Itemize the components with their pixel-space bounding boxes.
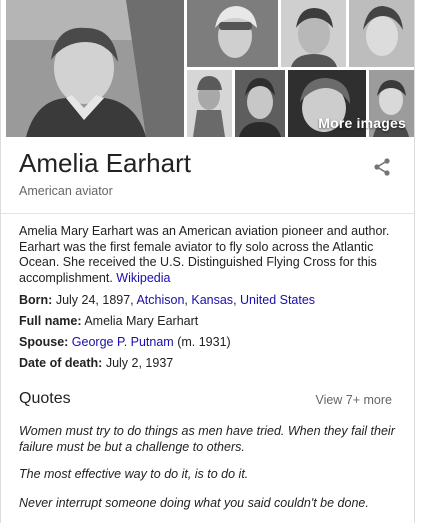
thumbnail-3[interactable] [349, 0, 414, 67]
view-more-quotes-link[interactable]: View 7+ more [315, 393, 392, 407]
quotes-heading: Quotes [19, 390, 71, 407]
born-city-link[interactable]: Atchison [136, 293, 184, 307]
main-photo-graphic [6, 0, 184, 137]
thumbnail-2[interactable] [281, 0, 346, 67]
thumbnail-3-graphic [349, 0, 414, 67]
fact-spouse-label: Spouse: [19, 335, 69, 349]
fact-spouse-detail: (m. 1931) [177, 335, 231, 349]
description-text: Amelia Mary Earhart was an American avia… [19, 224, 390, 285]
quote-item: Women must try to do things as men have … [19, 424, 395, 454]
thumbnail-1-graphic [187, 0, 278, 67]
knowledge-panel: More images Amelia Earhart American avia… [0, 0, 415, 523]
born-state-link[interactable]: Kansas [191, 293, 233, 307]
thumbnail-5-graphic [235, 70, 285, 137]
fact-full-name-label: Full name: [19, 314, 82, 328]
entity-description: Amelia Mary Earhart was an American avia… [19, 224, 404, 286]
spouse-link[interactable]: George P. Putnam [72, 335, 174, 349]
main-photo[interactable] [6, 0, 184, 137]
thumbnail-2-graphic [281, 0, 346, 67]
wikipedia-link[interactable]: Wikipedia [116, 271, 170, 285]
fact-spouse: Spouse: George P. Putnam (m. 1931) [19, 335, 231, 349]
thumbnail-4-graphic [187, 70, 232, 137]
fact-full-name: Full name: Amelia Mary Earhart [19, 314, 198, 328]
fact-full-name-value: Amelia Mary Earhart [84, 314, 199, 328]
quote-item: Never interrupt someone doing what you s… [19, 496, 369, 510]
entity-title: Amelia Earhart [19, 148, 191, 178]
image-gallery: More images [6, 0, 414, 137]
fact-death-label: Date of death: [19, 356, 103, 370]
fact-death-value: July 2, 1937 [105, 356, 174, 370]
born-country-link[interactable]: United States [240, 293, 315, 307]
thumbnail-1[interactable] [187, 0, 278, 67]
thumbnail-4[interactable] [187, 70, 232, 137]
quote-item: The most effective way to do it, is to d… [19, 467, 249, 481]
more-images-link[interactable]: More images [318, 115, 406, 131]
divider [1, 213, 414, 214]
fact-born: Born: July 24, 1897, Atchison, Kansas, U… [19, 293, 316, 307]
fact-born-label: Born: [19, 293, 53, 307]
fact-date-of-death: Date of death: July 2, 1937 [19, 356, 173, 370]
fact-born-date: July 24, 1897, [55, 293, 134, 307]
entity-subtitle: American aviator [19, 184, 113, 198]
thumbnail-5[interactable] [235, 70, 285, 137]
share-icon[interactable] [372, 157, 392, 177]
